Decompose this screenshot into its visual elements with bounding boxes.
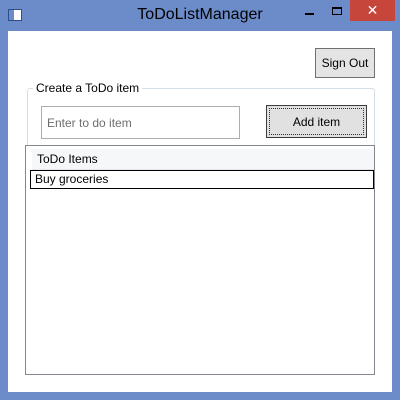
add-item-button[interactable]: Add item <box>266 105 367 138</box>
todo-item-input[interactable] <box>41 106 240 139</box>
create-todo-legend: Create a ToDo item <box>33 81 143 95</box>
maximize-icon <box>331 6 342 15</box>
maximize-button[interactable] <box>323 0 350 21</box>
column-header-todo-items[interactable]: ToDo Items <box>32 149 374 170</box>
title-bar[interactable]: ToDoListManager ✕ <box>0 0 400 31</box>
list-item[interactable]: Buy groceries <box>30 170 374 189</box>
minimize-button[interactable] <box>296 0 323 21</box>
close-button[interactable]: ✕ <box>350 0 395 21</box>
sign-out-button[interactable]: Sign Out <box>315 48 375 78</box>
minimize-icon <box>305 12 314 15</box>
close-icon: ✕ <box>366 2 379 18</box>
app-window: ToDoListManager ✕ Sign Out Create a ToDo… <box>0 0 400 400</box>
todo-list[interactable]: ToDo Items Buy groceries <box>25 145 375 375</box>
window-client-area: Sign Out Create a ToDo item Add item ToD… <box>8 31 392 392</box>
